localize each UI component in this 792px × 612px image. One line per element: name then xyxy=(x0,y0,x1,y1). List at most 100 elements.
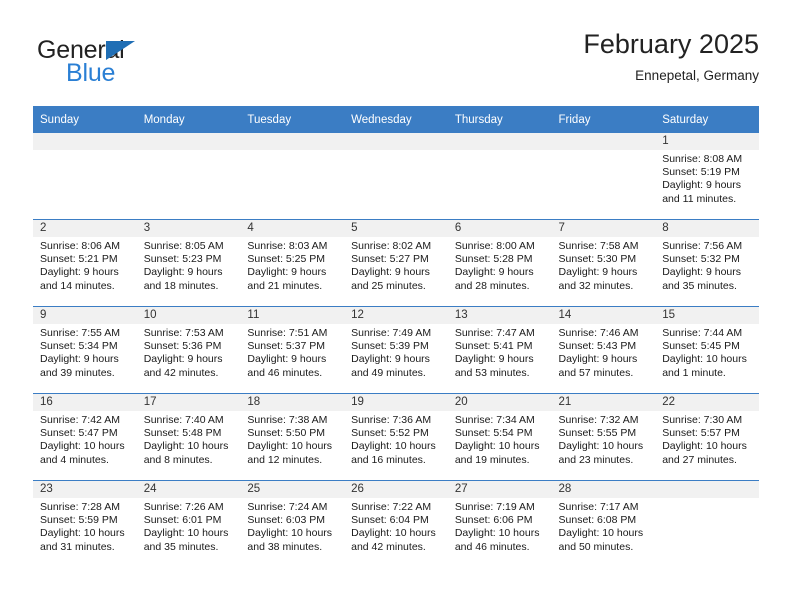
calendar-day-cell[interactable]: 15 Sunrise: 7:44 AM Sunset: 5:45 PM Dayligh… xyxy=(655,306,759,394)
daylight-text: Daylight: 9 hours and 28 minutes. xyxy=(454,266,534,292)
calendar-day-cell[interactable]: 14 Sunrise: 7:46 AM Sunset: 5:43 PM Dayligh… xyxy=(551,306,656,394)
daylight-text: Daylight: 10 hours and 16 minutes. xyxy=(351,440,436,466)
day-cell-inner: 4 Sunrise: 8:03 AM Sunset: 5:25 PM Daylight… xyxy=(240,220,345,306)
calendar-day-cell[interactable]: 17 Sunrise: 7:40 AM Sunset: 5:48 PM Dayligh… xyxy=(136,393,241,481)
sunrise-text: Sunrise: 7:51 AM xyxy=(247,327,328,339)
sunset-text: Sunset: 5:54 PM xyxy=(454,427,533,440)
calendar-day-cell[interactable]: 25 Sunrise: 7:24 AM Sunset: 6:03 PM Dayligh… xyxy=(240,480,345,567)
day-cell-inner xyxy=(344,133,448,219)
day-number: 1 xyxy=(655,133,759,150)
calendar-day-cell[interactable]: 28 Sunrise: 7:17 AM Sunset: 6:08 PM Dayligh… xyxy=(551,480,656,567)
calendar-week-row: 23 Sunrise: 7:28 AM Sunset: 5:59 PM Dayligh… xyxy=(33,480,759,567)
day-cell-inner xyxy=(551,133,656,219)
day-number: 21 xyxy=(551,394,656,411)
calendar-week-row: 9 Sunrise: 7:55 AM Sunset: 5:34 PM Daylight… xyxy=(33,306,759,394)
day-cell-inner: 18 Sunrise: 7:38 AM Sunset: 5:50 PM Dayligh… xyxy=(240,394,345,480)
calendar-day-cell[interactable]: 20 Sunrise: 7:34 AM Sunset: 5:54 PM Dayligh… xyxy=(447,393,552,481)
day-sun-info: Sunrise: 7:28 AM Sunset: 5:59 PM Daylight:… xyxy=(33,498,137,554)
day-sun-info: Sunrise: 8:05 AM Sunset: 5:23 PM Daylight:… xyxy=(137,237,241,293)
day-sun-info: Sunrise: 7:34 AM Sunset: 5:54 PM Daylight:… xyxy=(448,411,552,467)
day-number xyxy=(240,133,345,150)
calendar-day-cell[interactable]: 24 Sunrise: 7:26 AM Sunset: 6:01 PM Dayligh… xyxy=(136,480,241,567)
day-sun-info: Sunrise: 7:30 AM Sunset: 5:57 PM Daylight:… xyxy=(655,411,759,467)
calendar-day-cell[interactable]: 1 Sunrise: 8:08 AM Sunset: 5:19 PM Daylight… xyxy=(655,133,759,220)
sunrise-text: Sunrise: 7:53 AM xyxy=(143,327,224,339)
calendar-day-cell[interactable]: 11 Sunrise: 7:51 AM Sunset: 5:37 PM Dayligh… xyxy=(240,306,345,394)
sunset-text: Sunset: 5:27 PM xyxy=(351,253,429,266)
sunset-text: Sunset: 5:55 PM xyxy=(558,427,637,440)
day-number xyxy=(136,133,241,150)
daylight-text: Daylight: 9 hours and 18 minutes. xyxy=(143,266,223,292)
calendar-day-cell[interactable]: 4 Sunrise: 8:03 AM Sunset: 5:25 PM Daylight… xyxy=(240,219,345,307)
day-sun-info: Sunrise: 8:00 AM Sunset: 5:28 PM Daylight:… xyxy=(448,237,552,293)
calendar-day-cell-empty xyxy=(447,133,552,220)
calendar-day-cell[interactable]: 27 Sunrise: 7:19 AM Sunset: 6:06 PM Dayligh… xyxy=(447,480,552,567)
day-cell-inner xyxy=(447,133,552,219)
day-cell-inner: 3 Sunrise: 8:05 AM Sunset: 5:23 PM Daylight… xyxy=(136,220,241,306)
day-number: 25 xyxy=(240,481,345,498)
calendar-day-cell[interactable]: 6 Sunrise: 8:00 AM Sunset: 5:28 PM Daylight… xyxy=(447,219,552,307)
day-cell-inner: 13 Sunrise: 7:47 AM Sunset: 5:41 PM Dayligh… xyxy=(447,307,552,393)
daylight-text: Daylight: 9 hours and 42 minutes. xyxy=(143,353,223,379)
calendar-day-cell[interactable]: 10 Sunrise: 7:53 AM Sunset: 5:36 PM Dayligh… xyxy=(136,306,241,394)
day-number: 10 xyxy=(136,307,241,324)
daylight-text: Daylight: 9 hours and 14 minutes. xyxy=(40,266,119,292)
sunrise-text: Sunrise: 7:19 AM xyxy=(454,501,535,513)
calendar-day-cell[interactable]: 16 Sunrise: 7:42 AM Sunset: 5:47 PM Dayligh… xyxy=(33,393,137,481)
daylight-text: Daylight: 10 hours and 50 minutes. xyxy=(558,527,644,553)
day-number: 28 xyxy=(551,481,656,498)
day-number: 14 xyxy=(551,307,656,324)
sunrise-text: Sunrise: 7:46 AM xyxy=(558,327,639,339)
calendar-day-cell[interactable]: 19 Sunrise: 7:36 AM Sunset: 5:52 PM Dayligh… xyxy=(344,393,448,481)
sunset-text: Sunset: 6:08 PM xyxy=(558,514,637,527)
day-cell-inner: 7 Sunrise: 7:58 AM Sunset: 5:30 PM Daylight… xyxy=(551,220,656,306)
calendar-day-cell[interactable]: 18 Sunrise: 7:38 AM Sunset: 5:50 PM Dayligh… xyxy=(240,393,345,481)
calendar-day-cell[interactable]: 22 Sunrise: 7:30 AM Sunset: 5:57 PM Dayligh… xyxy=(655,393,759,481)
calendar-day-cell[interactable]: 7 Sunrise: 7:58 AM Sunset: 5:30 PM Daylight… xyxy=(551,219,656,307)
day-sun-info: Sunrise: 7:22 AM Sunset: 6:04 PM Daylight:… xyxy=(344,498,448,554)
sunset-text: Sunset: 5:30 PM xyxy=(558,253,637,266)
generalblue-logo[interactable]: General Blue xyxy=(37,38,217,90)
calendar-day-cell[interactable]: 21 Sunrise: 7:32 AM Sunset: 5:55 PM Dayligh… xyxy=(551,393,656,481)
day-cell-inner xyxy=(33,133,137,219)
calendar-day-cell[interactable]: 5 Sunrise: 8:02 AM Sunset: 5:27 PM Daylight… xyxy=(344,219,448,307)
sunset-text: Sunset: 6:06 PM xyxy=(454,514,533,527)
weekday-header-sunday: Sunday xyxy=(33,106,137,133)
calendar-day-cell[interactable]: 8 Sunrise: 7:56 AM Sunset: 5:32 PM Daylight… xyxy=(655,219,759,307)
day-number: 12 xyxy=(344,307,448,324)
daylight-text: Daylight: 10 hours and 23 minutes. xyxy=(558,440,644,466)
daylight-text: Daylight: 10 hours and 27 minutes. xyxy=(662,440,747,466)
weekday-header-monday: Monday xyxy=(136,106,241,133)
sunrise-text: Sunrise: 8:06 AM xyxy=(40,240,120,252)
daylight-text: Daylight: 9 hours and 46 minutes. xyxy=(247,353,327,379)
day-cell-inner: 1 Sunrise: 8:08 AM Sunset: 5:19 PM Daylight… xyxy=(655,133,759,219)
calendar-day-cell[interactable]: 26 Sunrise: 7:22 AM Sunset: 6:04 PM Dayligh… xyxy=(344,480,448,567)
sunrise-text: Sunrise: 7:34 AM xyxy=(454,414,535,426)
calendar-day-cell[interactable]: 9 Sunrise: 7:55 AM Sunset: 5:34 PM Daylight… xyxy=(33,306,137,394)
calendar-day-cell[interactable]: 3 Sunrise: 8:05 AM Sunset: 5:23 PM Daylight… xyxy=(136,219,241,307)
day-number: 18 xyxy=(240,394,345,411)
sunrise-text: Sunrise: 7:49 AM xyxy=(351,327,432,339)
calendar-day-cell[interactable]: 13 Sunrise: 7:47 AM Sunset: 5:41 PM Dayligh… xyxy=(447,306,552,394)
sunset-text: Sunset: 5:37 PM xyxy=(247,340,326,353)
day-cell-inner: 21 Sunrise: 7:32 AM Sunset: 5:55 PM Dayligh… xyxy=(551,394,656,480)
day-sun-info: Sunrise: 7:56 AM Sunset: 5:32 PM Daylight:… xyxy=(655,237,759,293)
sunrise-text: Sunrise: 8:05 AM xyxy=(143,240,224,252)
calendar-grid: Sunday Monday Tuesday Wednesday Thursday… xyxy=(33,106,759,567)
day-sun-info: Sunrise: 7:42 AM Sunset: 5:47 PM Daylight:… xyxy=(33,411,137,467)
sunrise-text: Sunrise: 7:56 AM xyxy=(662,240,743,252)
daylight-text: Daylight: 9 hours and 21 minutes. xyxy=(247,266,327,292)
calendar-day-cell[interactable]: 23 Sunrise: 7:28 AM Sunset: 5:59 PM Dayligh… xyxy=(33,480,137,567)
day-number: 2 xyxy=(33,220,137,237)
page-title: February 2025 xyxy=(583,29,759,59)
calendar-day-cell[interactable]: 2 Sunrise: 8:06 AM Sunset: 5:21 PM Daylight… xyxy=(33,219,137,307)
logo-triangle-icon xyxy=(106,41,135,60)
daylight-text: Daylight: 10 hours and 46 minutes. xyxy=(454,527,540,553)
sunrise-text: Sunrise: 7:38 AM xyxy=(247,414,328,426)
day-cell-inner: 14 Sunrise: 7:46 AM Sunset: 5:43 PM Dayligh… xyxy=(551,307,656,393)
sunset-text: Sunset: 5:50 PM xyxy=(247,427,326,440)
day-cell-inner xyxy=(655,481,759,567)
calendar-day-cell[interactable]: 12 Sunrise: 7:49 AM Sunset: 5:39 PM Dayligh… xyxy=(344,306,448,394)
daylight-text: Daylight: 10 hours and 4 minutes. xyxy=(40,440,125,466)
daylight-text: Daylight: 10 hours and 35 minutes. xyxy=(143,527,229,553)
